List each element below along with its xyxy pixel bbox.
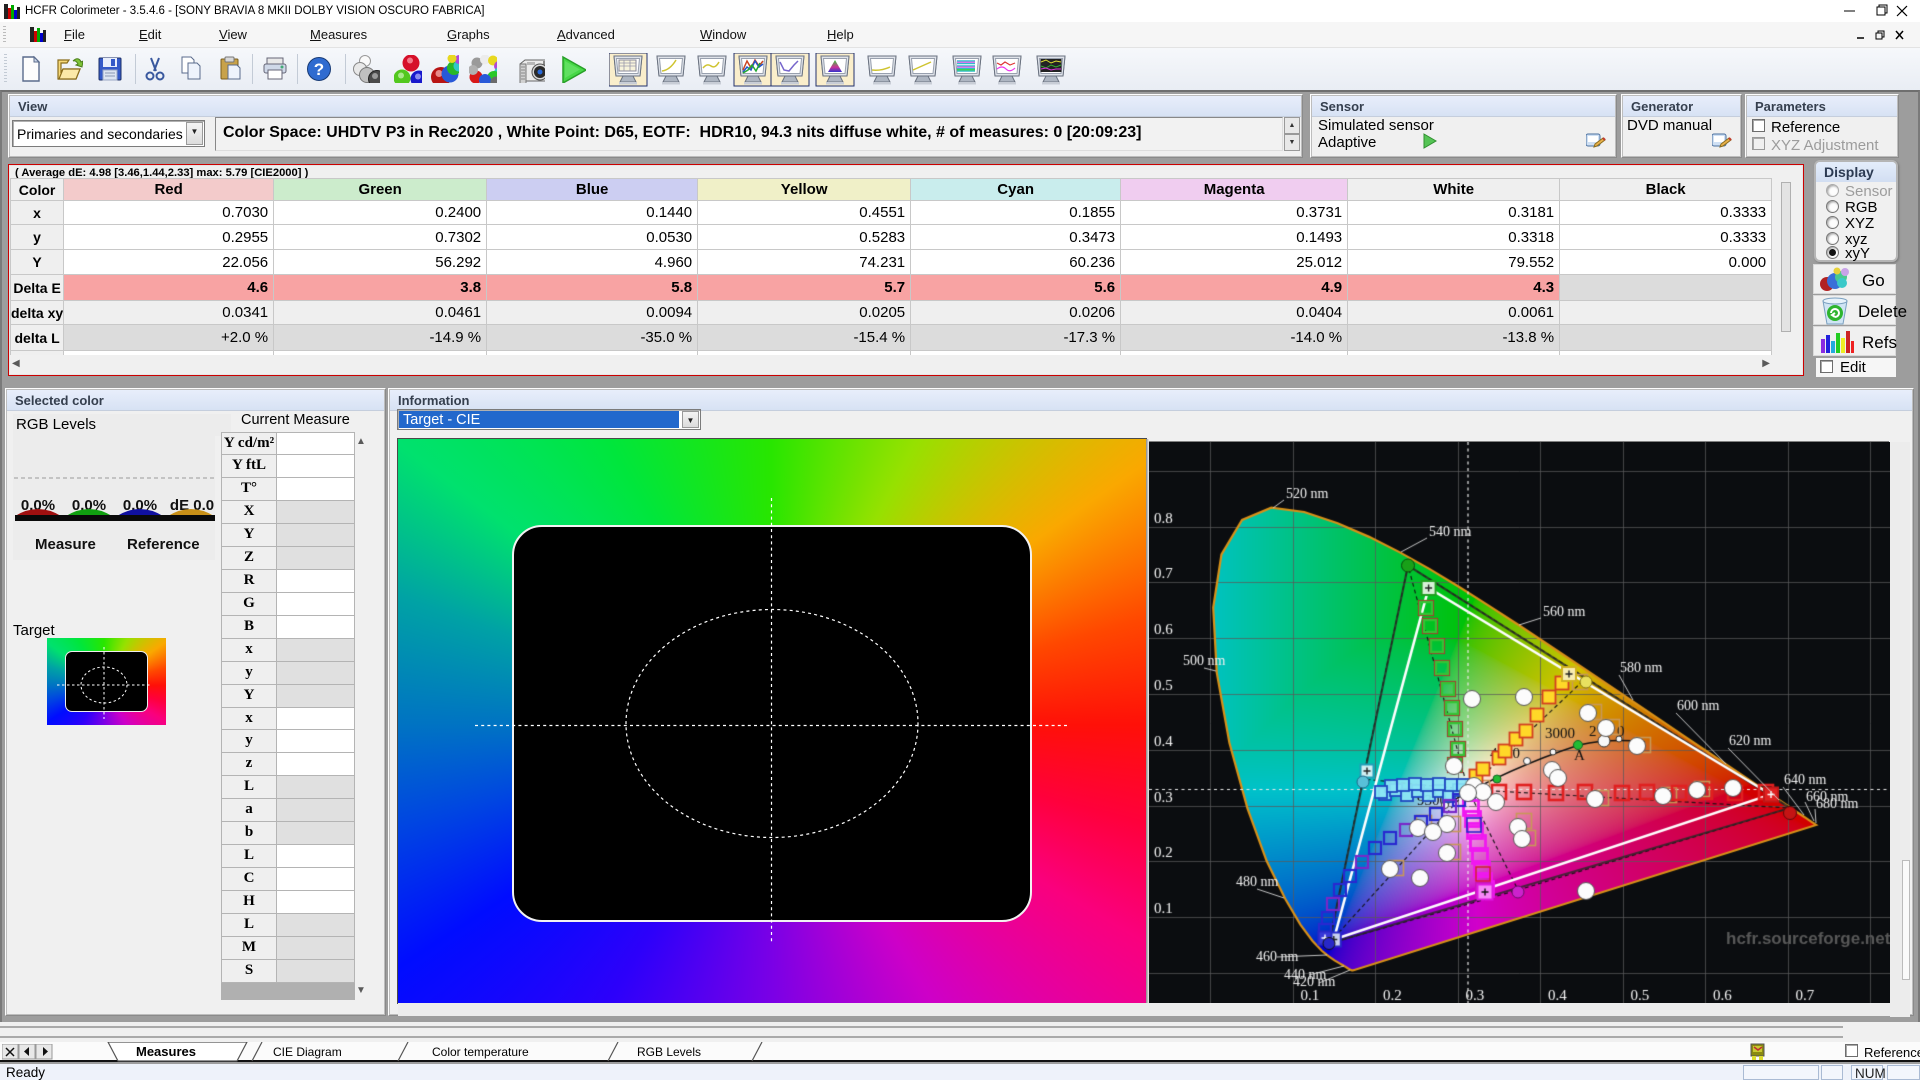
- svg-text:RGB Levels: RGB Levels: [637, 1045, 701, 1059]
- svg-text:Measure: Measure: [35, 536, 96, 553]
- svg-text:Color temperature: Color temperature: [432, 1045, 529, 1059]
- svg-text:CIE Diagram: CIE Diagram: [273, 1045, 342, 1059]
- svg-text:Measures: Measures: [136, 1044, 196, 1059]
- svg-text:?: ?: [314, 60, 324, 79]
- svg-text:Reference: Reference: [127, 536, 200, 553]
